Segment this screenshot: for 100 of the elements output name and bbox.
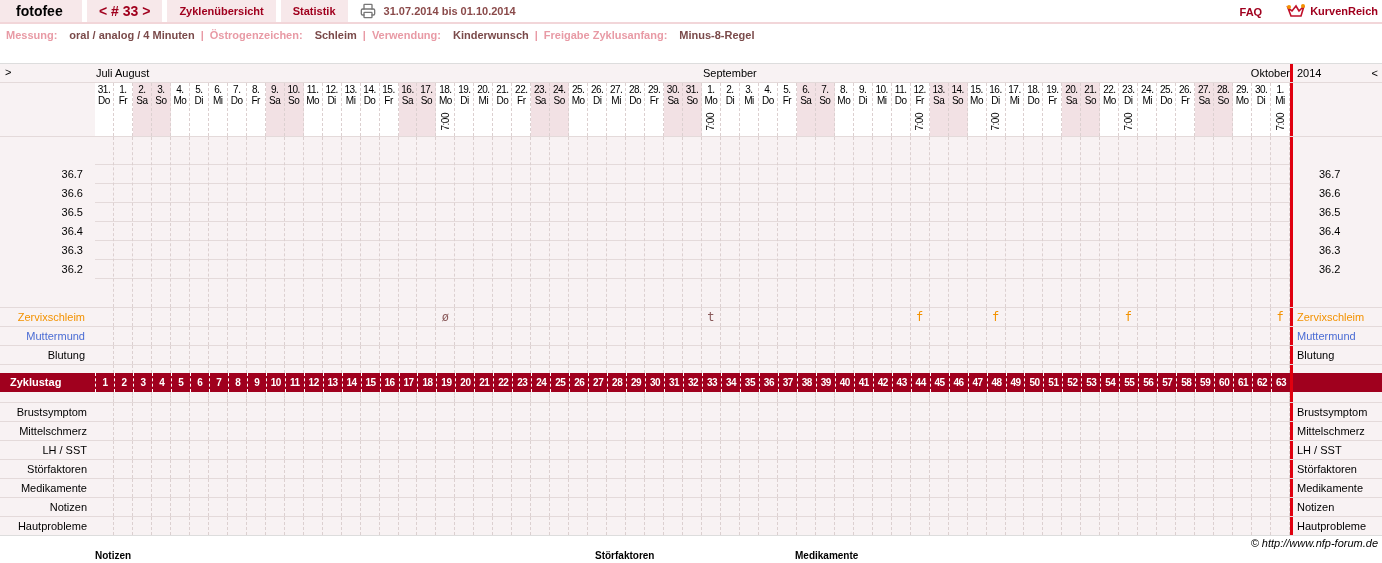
row-label: LH / SST xyxy=(42,442,87,458)
day-weekday: Mo xyxy=(704,95,718,106)
mucus-mark: f xyxy=(991,309,1000,326)
cycle-day-number: 21 xyxy=(479,376,490,390)
day-weekday: Fr xyxy=(649,95,659,106)
day-weekday: Do xyxy=(629,95,641,106)
day-date: 19. xyxy=(458,84,471,95)
day-weekday: Fr xyxy=(1048,95,1057,106)
cycle-day-number: 10 xyxy=(270,376,281,390)
user-name: fotofee xyxy=(0,0,82,22)
temperature-label: 36.5 xyxy=(1319,205,1341,221)
cycle-day-number: 7 xyxy=(216,376,222,390)
cycle-day-number: 22 xyxy=(498,376,509,390)
day-weekday: So xyxy=(288,95,300,106)
day-date: 18. xyxy=(439,84,452,95)
temperature-label: 36.6 xyxy=(1319,186,1341,202)
day-date: 27. xyxy=(609,84,623,95)
day-date: 24. xyxy=(1141,84,1154,95)
day-date: 17. xyxy=(420,84,433,95)
mucus-mark: f xyxy=(916,309,924,326)
day-date: 16. xyxy=(401,84,414,95)
cycle-day-number: 17 xyxy=(403,376,414,390)
cycle-day-number: 50 xyxy=(1029,376,1040,390)
cycle-day-number: 38 xyxy=(801,376,812,390)
day-date: 24. xyxy=(553,84,566,95)
day-weekday: Sa xyxy=(933,95,945,106)
day-weekday: So xyxy=(155,95,167,106)
day-weekday: Di xyxy=(194,95,204,106)
row-label: Muttermund xyxy=(1297,328,1356,344)
mucus-mark: ø xyxy=(441,309,450,326)
day-date: 23. xyxy=(1122,84,1135,95)
day-weekday: So xyxy=(1084,95,1096,106)
day-weekday: Fr xyxy=(517,95,526,106)
day-date: 26. xyxy=(590,84,604,95)
mucus-mark: f xyxy=(1124,309,1132,326)
row-label: Zervixschleim xyxy=(1297,309,1365,325)
day-weekday: Mi xyxy=(213,95,223,106)
day-date: 11. xyxy=(894,84,907,95)
cycle-day-number: 58 xyxy=(1181,376,1192,390)
day-date: 4. xyxy=(764,84,772,95)
day-date: 25. xyxy=(1160,84,1173,95)
cycle-day-number: 37 xyxy=(782,376,793,390)
day-date: 18. xyxy=(1027,84,1040,95)
day-weekday: Do xyxy=(762,95,774,106)
day-weekday: Sa xyxy=(136,95,148,106)
day-weekday: Mo xyxy=(306,95,320,106)
copyright-text: © http://www.nfp-forum.de xyxy=(1250,535,1378,551)
cycle-day-number: 57 xyxy=(1162,376,1173,390)
day-date: 14. xyxy=(951,84,964,95)
cycle-day-number: 12 xyxy=(308,376,319,390)
cycle-day-number: 16 xyxy=(384,376,395,390)
day-weekday: Di xyxy=(592,95,602,106)
cycle-day-number: 13 xyxy=(327,376,338,390)
day-weekday: Mi xyxy=(345,95,356,106)
measurement-time: 7:00 xyxy=(1274,113,1286,131)
row-label: Brustsymptom xyxy=(1297,404,1368,420)
cycle-navigation[interactable]: < # 33 > xyxy=(87,0,163,22)
cycle-day-number: 11 xyxy=(289,376,300,390)
temperature-label: 36.7 xyxy=(1319,167,1341,183)
measurement-time: 7:00 xyxy=(439,113,451,131)
day-date: 30. xyxy=(1254,84,1268,95)
cycle-day-number: 4 xyxy=(159,376,165,390)
day-weekday: Mi xyxy=(876,95,887,106)
day-date: 12. xyxy=(325,84,338,95)
day-date: 15. xyxy=(970,84,983,95)
day-weekday: Do xyxy=(98,95,110,106)
scroll-arrow[interactable]: > xyxy=(5,64,12,81)
setting-value: oral / analog / 4 Minuten xyxy=(69,27,195,43)
day-weekday: Fr xyxy=(915,95,924,106)
day-date: 28. xyxy=(1216,84,1230,95)
day-date: 16. xyxy=(989,84,1002,95)
day-date: 19. xyxy=(1046,84,1059,95)
day-date: 20. xyxy=(477,84,490,95)
row-label: Störfaktoren xyxy=(1297,461,1357,477)
day-weekday: So xyxy=(951,95,964,106)
scroll-arrow[interactable]: < xyxy=(1371,64,1378,82)
cycle-day-number: 31 xyxy=(669,376,680,390)
cycle-day-number: 28 xyxy=(612,376,623,390)
day-date: 28. xyxy=(628,84,642,95)
day-weekday: Fr xyxy=(251,95,260,106)
measurement-time: 7:00 xyxy=(1122,113,1134,131)
day-date: 22. xyxy=(1103,84,1116,95)
day-date: 9. xyxy=(271,84,279,95)
printer-icon[interactable] xyxy=(359,3,376,19)
day-date: 2. xyxy=(726,84,734,95)
day-weekday: Mo xyxy=(1102,95,1116,106)
faq-link[interactable]: FAQ xyxy=(1239,3,1263,20)
nav-tab[interactable]: Statistik xyxy=(280,0,348,22)
cycle-day-number: 20 xyxy=(460,376,471,390)
day-date: 31. xyxy=(97,84,111,95)
day-date: 23. xyxy=(534,84,547,95)
cycle-day-number: 19 xyxy=(441,376,452,390)
day-weekday: Di xyxy=(460,95,469,106)
day-date: 1. xyxy=(707,84,715,95)
cycle-day-number: 26 xyxy=(574,376,585,390)
day-weekday: Di xyxy=(725,95,735,106)
nav-tab[interactable]: Zyklenübersicht xyxy=(167,0,276,22)
day-date: 8. xyxy=(252,84,260,95)
temperature-label: 36.4 xyxy=(61,224,83,240)
day-date: 6. xyxy=(802,84,810,95)
